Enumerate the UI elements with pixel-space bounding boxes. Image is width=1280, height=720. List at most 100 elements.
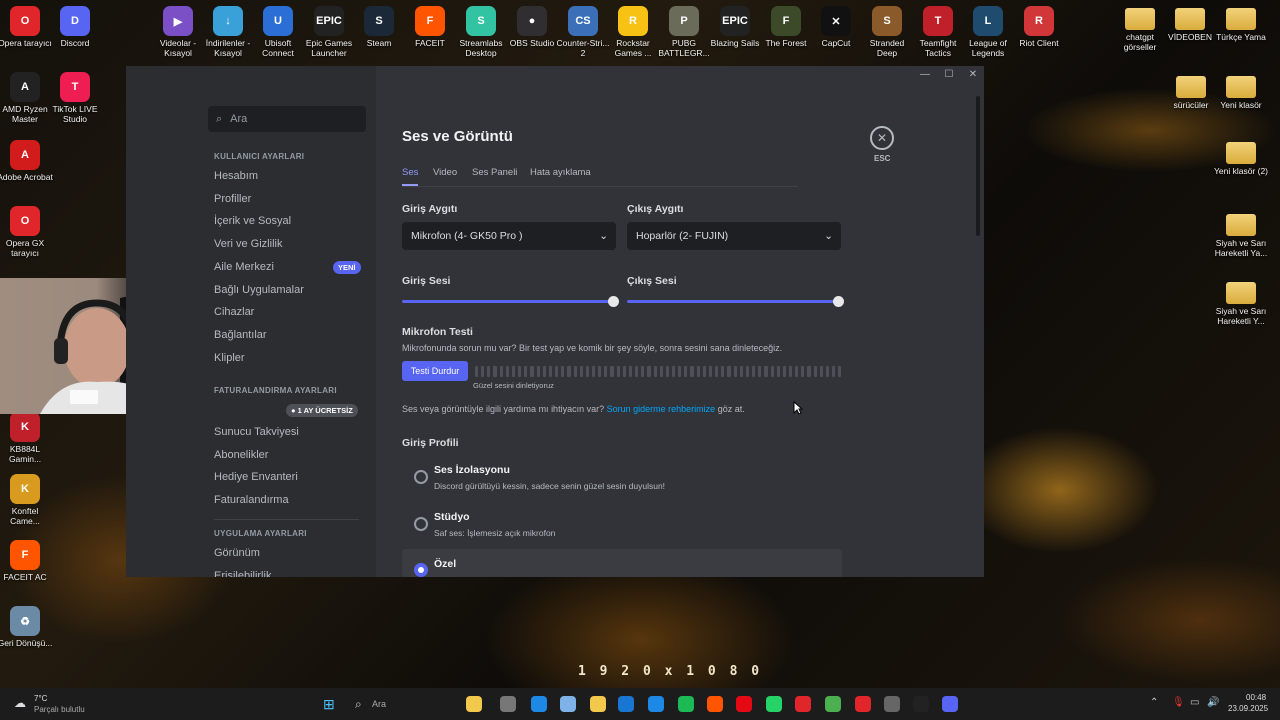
desktop-shortcut[interactable]: F FACEIT AC [0, 540, 53, 582]
sidebar-item-billing[interactable]: Faturalandırma [214, 494, 289, 506]
sidebar-item-user[interactable]: Profiller [214, 193, 251, 205]
desktop-shortcut[interactable]: T Teamfight Tactics [910, 6, 966, 58]
taskbar-app-icon[interactable] [913, 696, 929, 712]
profile-custom-radio[interactable] [414, 563, 428, 577]
taskbar-app-icon[interactable] [466, 696, 482, 712]
sidebar-item-user[interactable]: İçerik ve Sosyal [214, 215, 291, 227]
troubleshooting-link[interactable]: Sorun giderme rehberimize [607, 404, 716, 414]
sidebar-item-user[interactable]: Veri ve Gizlilik [214, 238, 282, 250]
taskbar-app-icon[interactable] [590, 696, 606, 712]
desktop-shortcut[interactable]: R Rockstar Games ... [605, 6, 661, 58]
desktop-shortcut[interactable]: ● OBS Studio [504, 6, 560, 48]
desktop-shortcut[interactable]: S Steam [351, 6, 407, 48]
profile-studio-radio[interactable] [414, 517, 428, 531]
network-icon[interactable]: ▭ [1190, 697, 1199, 708]
output-volume-handle[interactable] [833, 296, 844, 307]
desktop-shortcut[interactable]: S Stranded Deep [859, 6, 915, 58]
desktop-shortcut[interactable]: ♻ Geri Dönüşü... [0, 606, 53, 648]
windows-start-icon[interactable]: ⊞ [323, 696, 335, 713]
desktop-shortcut[interactable]: R Riot Client [1011, 6, 1067, 48]
scrollbar[interactable] [976, 96, 980, 236]
desktop-shortcut[interactable]: F FACEIT [402, 6, 458, 48]
desktop-shortcut[interactable]: O Opera tarayıcı [0, 6, 53, 48]
tab-video[interactable]: Video [433, 167, 457, 178]
sidebar-item-user[interactable]: Klipler [214, 352, 245, 364]
profile-custom-row[interactable] [402, 549, 842, 577]
volume-icon[interactable]: 🔊 [1207, 697, 1219, 708]
meter-bar [678, 366, 682, 377]
taskbar-search[interactable]: Ara [372, 699, 386, 709]
desktop-shortcut[interactable]: EPIC Epic Games Launcher [301, 6, 357, 58]
sidebar-item-app[interactable]: Erişilebilirlik [214, 570, 271, 577]
tab-soundboard[interactable]: Ses Paneli [472, 167, 517, 178]
sidebar-item-billing[interactable]: Hediye Envanteri [214, 471, 298, 483]
input-volume-slider[interactable] [402, 300, 613, 303]
desktop-shortcut[interactable]: O Opera GX tarayıcı [0, 206, 53, 258]
desktop-shortcut[interactable]: A Adobe Acrobat [0, 140, 53, 182]
taskbar-app-icon[interactable] [795, 696, 811, 712]
taskbar-app-icon[interactable] [678, 696, 694, 712]
clock-time[interactable]: 00:48 [1246, 693, 1266, 702]
clock-date[interactable]: 23.09.2025 [1228, 704, 1268, 713]
taskbar-app-icon[interactable] [707, 696, 723, 712]
taskbar-app-icon[interactable] [855, 696, 871, 712]
desktop-shortcut-icon: F [771, 6, 801, 36]
tab-voice[interactable]: Ses [402, 167, 419, 186]
desktop-shortcut[interactable]: K KB884L Gamin... [0, 412, 53, 464]
sidebar-item-user[interactable]: Bağlantılar [214, 329, 267, 341]
sidebar-item-user[interactable]: Aile Merkezi [214, 261, 274, 273]
desktop-shortcut[interactable]: ▶ Videolar - Kısayol [150, 6, 206, 58]
output-device-select[interactable]: Hoparlör (2- FUJIN) ⌄ [627, 222, 841, 250]
output-volume-slider[interactable] [627, 300, 838, 303]
meter-bar [573, 366, 577, 377]
taskbar-app-icon[interactable] [500, 696, 516, 712]
desktop-shortcut[interactable]: EPIC Blazing Sails [707, 6, 763, 48]
settings-search-input[interactable]: ⌕ Ara [208, 106, 366, 132]
desktop-shortcut[interactable]: T TikTok LIVE Studio [47, 72, 103, 124]
taskbar-app-icon[interactable] [942, 696, 958, 712]
desktop-shortcut[interactable]: L League of Legends [960, 6, 1016, 58]
microphone-icon[interactable]: 🎙 [1172, 697, 1185, 708]
taskbar-app-icon[interactable] [531, 696, 547, 712]
search-icon[interactable]: ⌕ [355, 697, 362, 712]
taskbar-app-icon[interactable] [825, 696, 841, 712]
sidebar-item-billing[interactable]: Abonelikler [214, 449, 268, 461]
desktop-shortcut[interactable]: P PUBG BATTLEGR... [656, 6, 712, 58]
taskbar-app-icon[interactable] [648, 696, 664, 712]
tray-chevron-icon[interactable]: ⌃ [1150, 697, 1158, 708]
taskbar-app-icon[interactable] [884, 696, 900, 712]
desktop-shortcut[interactable]: F The Forest [758, 6, 814, 48]
desktop-shortcut[interactable]: D Discord [47, 6, 103, 48]
tab-debug[interactable]: Hata ayıklama [530, 167, 591, 178]
desktop-folder[interactable]: Yeni klasör [1213, 76, 1269, 110]
desktop-shortcut[interactable]: ↓ İndirilenler - Kısayol [200, 6, 256, 58]
desktop-folder[interactable]: Yeni klasör (2) [1213, 142, 1269, 176]
desktop-folder[interactable]: chatgpt görseller [1112, 8, 1168, 52]
taskbar-app-icon[interactable] [766, 696, 782, 712]
sidebar-item-user[interactable]: Hesabım [214, 170, 258, 182]
desktop-shortcut[interactable]: U Ubisoft Connect [250, 6, 306, 58]
desktop-folder[interactable]: Siyah ve Sarı Hareketli Ya... [1213, 214, 1269, 258]
input-volume-handle[interactable] [608, 296, 619, 307]
sidebar-item-user[interactable]: Bağlı Uygulamalar [214, 284, 304, 296]
desktop-folder[interactable]: sürücüler [1163, 76, 1219, 110]
input-device-select[interactable]: Mikrofon (4- GK50 Pro ) ⌄ [402, 222, 616, 250]
taskbar-app-icon[interactable] [736, 696, 752, 712]
desktop-folder[interactable]: Siyah ve Sarı Hareketli Y... [1213, 282, 1269, 326]
meter-bar [499, 366, 503, 377]
desktop-shortcut[interactable]: ✕ CapCut [808, 6, 864, 48]
desktop-shortcut[interactable]: CS Counter-Stri... 2 [555, 6, 611, 58]
sidebar-item-billing[interactable]: Sunucu Takviyesi [214, 426, 299, 438]
desktop-folder[interactable]: Türkçe Yama [1213, 8, 1269, 42]
desktop-shortcut[interactable]: K Konftel Came... [0, 474, 53, 526]
sidebar-item-app[interactable]: Görünüm [214, 547, 260, 559]
desktop-shortcut[interactable]: A AMD Ryzen Master [0, 72, 53, 124]
profile-voice-isolation-radio[interactable] [414, 470, 428, 484]
stop-test-button[interactable]: Testi Durdur [402, 361, 468, 381]
close-settings-button[interactable]: ✕ [870, 126, 894, 150]
taskbar-app-icon[interactable] [618, 696, 634, 712]
desktop-folder[interactable]: VİDEOBEN [1162, 8, 1218, 42]
taskbar-app-icon[interactable] [560, 696, 576, 712]
sidebar-item-user[interactable]: Cihazlar [214, 306, 254, 318]
desktop-shortcut[interactable]: S Streamlabs Desktop [453, 6, 509, 58]
